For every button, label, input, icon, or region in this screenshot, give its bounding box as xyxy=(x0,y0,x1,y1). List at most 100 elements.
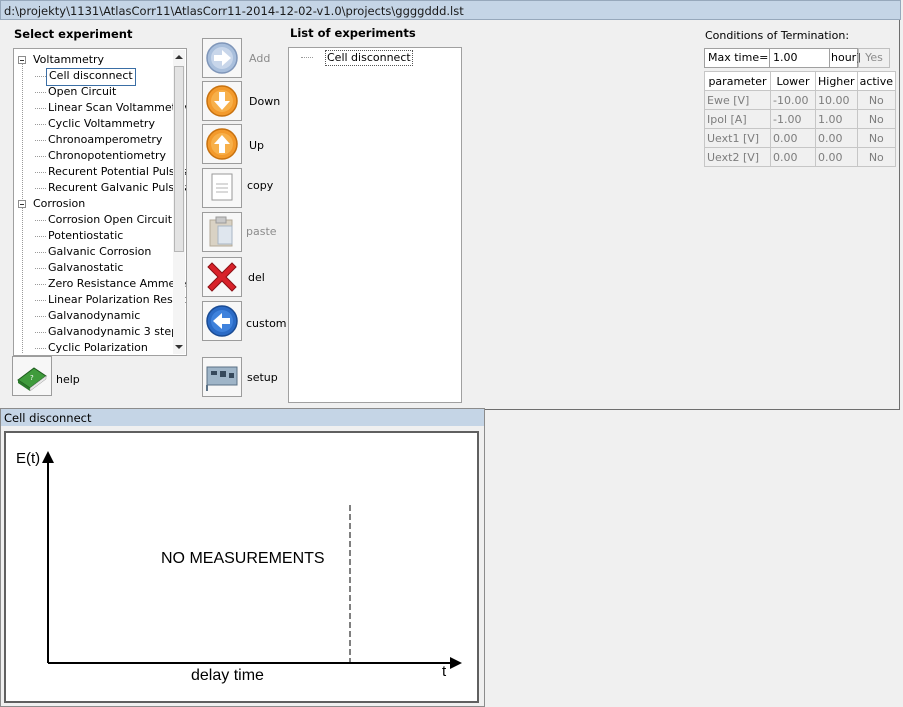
collapse-icon[interactable] xyxy=(18,56,26,64)
tree-item-recurent-galvanic-pulses[interactable]: Recurent Galvanic Pulses xyxy=(48,180,186,196)
tree-connector xyxy=(35,284,46,285)
tree-connector xyxy=(35,252,46,253)
table-cell[interactable]: 0.00 xyxy=(770,128,816,148)
paste-label: paste xyxy=(246,225,277,238)
arrow-up-icon xyxy=(206,128,238,160)
column-header: active xyxy=(856,71,897,91)
tree-connector xyxy=(35,332,46,333)
tree-connector xyxy=(35,348,46,349)
table-cell[interactable]: No xyxy=(856,90,897,110)
table-cell: Uext2 [V] xyxy=(704,147,771,167)
list-item-cell-disconnect[interactable]: Cell disconnect xyxy=(325,50,413,66)
tree-item-cyclic-voltammetry[interactable]: Cyclic Voltammetry xyxy=(48,116,155,132)
table-cell[interactable]: No xyxy=(856,147,897,167)
tree-connector xyxy=(35,156,46,157)
tree-item-galvanic-corrosion[interactable]: Galvanic Corrosion xyxy=(48,244,151,260)
table-cell[interactable]: 1.00 xyxy=(815,109,858,129)
table-row[interactable]: Uext1 [V] 0.00 0.00 No xyxy=(704,128,897,148)
list-of-experiments-label: List of experiments xyxy=(290,26,416,40)
custom-label: custom xyxy=(246,317,287,330)
window-title: d:\projekty\1131\AtlasCorr11\AtlasCorr11… xyxy=(4,4,464,18)
paste-button[interactable] xyxy=(202,212,242,252)
tree-connector xyxy=(35,172,46,173)
book-icon: ? xyxy=(17,367,47,392)
tree-group-voltammetry[interactable]: Voltammetry xyxy=(33,52,104,68)
select-experiment-label: Select experiment xyxy=(14,27,133,41)
setup-label: setup xyxy=(247,371,278,384)
experiment-tree[interactable]: Voltammetry Cell disconnect Open Circuit… xyxy=(13,48,187,356)
down-button[interactable] xyxy=(202,81,242,121)
down-label: Down xyxy=(249,95,281,108)
tree-item-cyclic-polarization[interactable]: Cyclic Polarization xyxy=(48,340,148,355)
setup-button[interactable] xyxy=(202,357,242,397)
tree-connector xyxy=(35,140,46,141)
time-unit-select[interactable]: hour] xyxy=(829,48,861,68)
tree-item-chronopotentiometry[interactable]: Chronopotentiometry xyxy=(48,148,166,164)
tree-item-galvanodynamic-3-step[interactable]: Galvanodynamic 3 step xyxy=(48,324,178,340)
add-label: Add xyxy=(249,52,271,65)
experiment-list[interactable]: Cell disconnect xyxy=(288,47,462,403)
tree-item-galvanodynamic[interactable]: Galvanodynamic xyxy=(48,308,140,324)
y-axis-arrow-icon xyxy=(42,451,54,463)
table-cell[interactable]: 10.00 xyxy=(815,90,858,110)
tree-item-linear-polarization[interactable]: Linear Polarization Resista xyxy=(48,292,186,308)
tree-group-corrosion[interactable]: Corrosion xyxy=(33,196,85,212)
table-cell[interactable]: 0.00 xyxy=(815,128,858,148)
termination-table: parameter Lower Higher active Ewe [V] -1… xyxy=(704,71,897,167)
x-axis-arrow-icon xyxy=(450,657,462,669)
copy-button[interactable] xyxy=(202,168,242,208)
table-cell: Uext1 [V] xyxy=(704,128,771,148)
collapse-icon[interactable] xyxy=(18,200,26,208)
table-row[interactable]: Uext2 [V] 0.00 0.00 No xyxy=(704,147,897,167)
tree-item-galvanostatic[interactable]: Galvanostatic xyxy=(48,260,123,276)
preview-plot: E(t) t NO MEASUREMENTS delay time xyxy=(4,431,479,703)
tree-item-open-circuit[interactable]: Open Circuit xyxy=(48,84,116,100)
arrow-left-icon xyxy=(206,305,238,337)
max-time-input[interactable]: 1.00 xyxy=(769,48,830,68)
table-cell[interactable]: No xyxy=(856,128,897,148)
table-row[interactable]: Ewe [V] -10.00 10.00 No xyxy=(704,90,897,110)
tree-item-corrosion-open-circuit[interactable]: Corrosion Open Circuit xyxy=(48,212,172,228)
tree-item-potentiostatic[interactable]: Potentiostatic xyxy=(48,228,123,244)
copy-label: copy xyxy=(247,179,274,192)
tree-item-chronoamperometry[interactable]: Chronoamperometry xyxy=(48,132,162,148)
column-header: Higher xyxy=(815,71,858,91)
add-button[interactable] xyxy=(202,38,242,78)
preview-title-bar: Cell disconnect xyxy=(1,409,484,426)
help-button[interactable]: ? xyxy=(12,356,52,396)
tree-connector xyxy=(35,300,46,301)
table-cell[interactable]: -10.00 xyxy=(770,90,816,110)
scroll-down-icon[interactable] xyxy=(175,345,183,349)
table-cell[interactable]: 0.00 xyxy=(815,147,858,167)
delete-button[interactable] xyxy=(202,257,242,297)
column-header: parameter xyxy=(704,71,771,91)
up-label: Up xyxy=(249,139,265,152)
table-cell[interactable]: 0.00 xyxy=(770,147,816,167)
custom-button[interactable] xyxy=(202,301,242,341)
scroll-thumb[interactable] xyxy=(174,66,184,252)
table-cell: Ewe [V] xyxy=(704,90,771,110)
paste-icon xyxy=(209,216,233,247)
arrow-down-icon xyxy=(206,85,238,117)
table-cell[interactable]: No xyxy=(856,109,897,129)
tree-item-recurent-potential-pulses[interactable]: Recurent Potential Pulses xyxy=(48,164,186,180)
svg-text:?: ? xyxy=(30,374,34,382)
tree-connector xyxy=(35,124,46,125)
table-row[interactable]: Ipol [A] -1.00 1.00 No xyxy=(704,109,897,129)
tree-connector xyxy=(35,268,46,269)
up-button[interactable] xyxy=(202,124,242,164)
table-cell[interactable]: -1.00 xyxy=(770,109,816,129)
tree-connector xyxy=(35,316,46,317)
main-panel: Select experiment Voltammetry Cell disco… xyxy=(0,20,900,410)
tree-item-linear-scan-voltammetry[interactable]: Linear Scan Voltammetry xyxy=(48,100,186,116)
yes-button[interactable]: Yes xyxy=(858,48,890,68)
tree-item-zero-resistance-ammeter[interactable]: Zero Resistance Ammeter xyxy=(48,276,186,292)
x-axis-label: t xyxy=(442,663,447,680)
list-connector xyxy=(301,57,313,58)
y-axis-label: E(t) xyxy=(16,450,41,467)
tree-scrollbar[interactable] xyxy=(173,50,185,354)
column-header: Lower xyxy=(770,71,816,91)
experiment-preview-panel: Cell disconnect E(t) t NO MEASUREMENTS d… xyxy=(0,408,485,707)
tree-connector xyxy=(35,188,46,189)
scroll-up-icon[interactable] xyxy=(175,55,183,59)
